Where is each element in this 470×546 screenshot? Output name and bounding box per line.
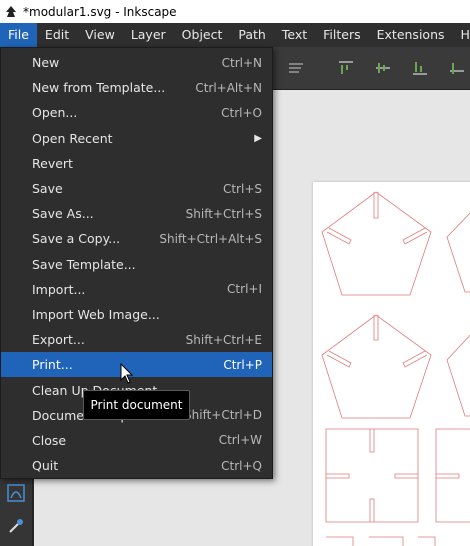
document-page: [313, 182, 470, 546]
menu-item-save-as[interactable]: Save As... Shift+Ctrl+S: [1, 201, 272, 226]
pentagon-shapes-drawing: [321, 191, 470, 546]
menu-item-label: Open Recent: [32, 130, 113, 146]
menu-item-label: Export...: [32, 332, 85, 348]
dropper-tool-icon[interactable]: [6, 516, 26, 536]
menu-item-label: Quit: [32, 458, 59, 474]
menu-item-save-a-copy[interactable]: Save a Copy... Shift+Ctrl+Alt+S: [1, 226, 272, 251]
submenu-arrow-icon: ▶: [254, 132, 262, 144]
menu-path[interactable]: Path: [230, 23, 273, 47]
menu-bar: File Edit View Layer Object Path Text Fi…: [0, 23, 470, 47]
title-bar: *modular1.svg - Inkscape: [0, 0, 470, 23]
menu-item-label: Revert: [32, 155, 73, 171]
align-center-icon[interactable]: [374, 60, 392, 76]
menu-item-shortcut: Ctrl+Alt+N: [195, 80, 262, 95]
menu-view[interactable]: View: [77, 23, 123, 47]
menu-item-shortcut: Ctrl+P: [223, 357, 262, 372]
menu-item-shortcut: Shift+Ctrl+D: [184, 408, 262, 423]
window-title: *modular1.svg - Inkscape: [23, 4, 177, 19]
menu-item-shortcut: Ctrl+W: [218, 433, 262, 448]
menu-item-new-from-template[interactable]: New from Template... Ctrl+Alt+N: [1, 75, 272, 100]
menu-file[interactable]: File: [0, 23, 37, 47]
menu-item-label: New: [32, 55, 60, 71]
inkscape-logo-icon: [3, 4, 19, 20]
menu-item-shortcut: Ctrl+Q: [221, 458, 262, 473]
align-top-icon[interactable]: [337, 60, 355, 76]
menu-item-open[interactable]: Open... Ctrl+O: [1, 100, 272, 125]
menu-item-shortcut: Ctrl+I: [227, 282, 262, 297]
menu-item-quit[interactable]: Quit Ctrl+Q: [1, 453, 272, 478]
menu-filters[interactable]: Filters: [315, 23, 368, 47]
menu-item-label: Import...: [32, 281, 86, 297]
menu-item-close[interactable]: Close Ctrl+W: [1, 428, 272, 453]
menu-item-label: Save As...: [32, 206, 94, 222]
menu-item-open-recent[interactable]: Open Recent ▶: [1, 126, 272, 151]
menu-help[interactable]: Help: [453, 23, 470, 47]
menu-item-shortcut: Shift+Ctrl+S: [185, 206, 262, 221]
align-bottom-icon[interactable]: [411, 60, 429, 76]
menu-item-save[interactable]: Save Ctrl+S: [1, 176, 272, 201]
mouse-pointer-icon: [120, 362, 136, 385]
menu-extensions[interactable]: Extensions: [369, 23, 453, 47]
menu-item-shortcut: Shift+Ctrl+E: [185, 332, 262, 347]
menu-item-export[interactable]: Export... Shift+Ctrl+E: [1, 327, 272, 352]
menu-item-new[interactable]: New Ctrl+N: [1, 50, 272, 75]
menu-item-shortcut: Ctrl+S: [222, 181, 262, 196]
menu-item-label: Import Web Image...: [32, 306, 160, 322]
tooltip-text: Print document: [90, 398, 183, 412]
menu-item-label: Open...: [32, 105, 78, 121]
menu-item-revert[interactable]: Revert: [1, 151, 272, 176]
menu-item-label: Close: [32, 432, 67, 448]
menu-item-import[interactable]: Import... Ctrl+I: [1, 277, 272, 302]
align-baseline-icon[interactable]: [448, 60, 466, 76]
flip-icon[interactable]: [287, 60, 305, 76]
menu-item-label: New from Template...: [32, 80, 166, 96]
menu-item-import-web-image[interactable]: Import Web Image...: [1, 302, 272, 327]
menu-item-shortcut: Ctrl+O: [221, 105, 262, 120]
menu-item-print[interactable]: Print... Ctrl+P: [1, 352, 272, 378]
menu-item-shortcut: Shift+Ctrl+Alt+S: [159, 231, 262, 246]
menu-item-label: Save a Copy...: [32, 231, 121, 247]
menu-layer[interactable]: Layer: [123, 23, 174, 47]
menu-object[interactable]: Object: [174, 23, 231, 47]
menu-item-label: Save Template...: [32, 256, 136, 272]
menu-item-shortcut: Ctrl+N: [221, 55, 262, 70]
menu-text[interactable]: Text: [274, 23, 315, 47]
menu-edit[interactable]: Edit: [37, 23, 77, 47]
menu-item-save-template[interactable]: Save Template...: [1, 252, 272, 277]
pen-tool-icon[interactable]: [6, 483, 26, 503]
tooltip: Print document: [83, 390, 190, 420]
menu-item-label: Save: [32, 181, 63, 197]
